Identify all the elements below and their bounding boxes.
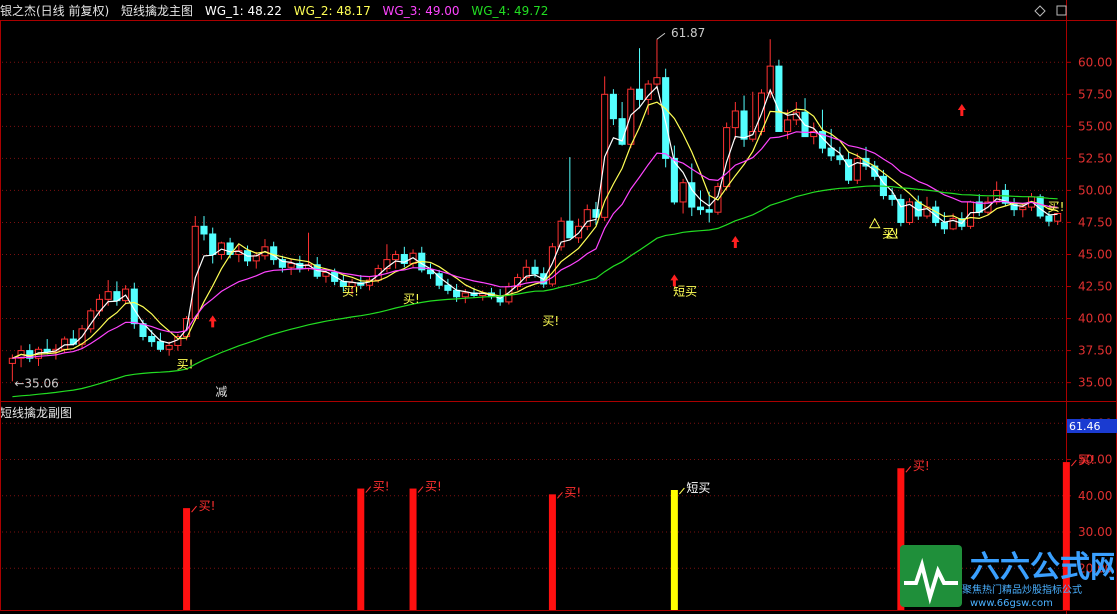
candle-body (61, 338, 69, 350)
candle-body (775, 65, 783, 132)
main-tick-label: 52.50 (1078, 151, 1112, 165)
signal-pointer (1070, 459, 1077, 467)
signal-bar-label: 买! (1078, 453, 1095, 467)
chart-canvas[interactable]: 35.00 37.50 40.00 42.50 45.00 47.50 50.00 52.50… (0, 0, 1117, 614)
bottom-marker-label: 减 (215, 385, 227, 399)
signal-pointer (365, 486, 372, 493)
high-price-label: 61.87 (671, 26, 705, 40)
main-tick-label: 40.00 (1078, 312, 1112, 326)
candlestick-series (8, 39, 1062, 382)
main-tick-label: 42.50 (1078, 280, 1112, 294)
main-tick-label: 57.50 (1078, 87, 1112, 101)
candle-body (784, 119, 792, 132)
watermark-url: www.66gsw.com (970, 598, 1053, 609)
low-price-label: ←35.06 (14, 376, 58, 390)
candle-body (1045, 215, 1053, 222)
candle-body (609, 93, 617, 120)
buy-signal-label: 短买 (673, 284, 697, 298)
main-tick-label: 50.00 (1078, 183, 1112, 197)
up-arrow-icon (731, 235, 740, 248)
wg3-line (12, 131, 1058, 359)
up-arrow-icon (208, 315, 217, 328)
candle-body (287, 262, 295, 268)
main-tick-label: 37.50 (1078, 344, 1112, 358)
signal-pointer (905, 465, 912, 473)
candle-body (461, 292, 469, 298)
main-tick-label: 47.50 (1078, 215, 1112, 229)
signal-pointer (191, 505, 197, 513)
watermark-logo-icon: 六六公式网 聚焦热门精品炒股指标公式 www.66gsw.com (900, 545, 1117, 609)
triangle-marker-icon (868, 217, 881, 229)
buy-signal-label: 买! (542, 314, 559, 328)
candle-body (104, 291, 112, 300)
candle-body (156, 341, 164, 350)
buy-signal-label: 买! (1048, 200, 1065, 214)
signal-bar (357, 488, 365, 610)
candle-body (679, 182, 687, 203)
signal-bar (670, 490, 678, 610)
candle-body (531, 266, 539, 275)
candle-body (705, 209, 713, 213)
buy-signal-label: 买! (342, 284, 359, 298)
up-arrow-icon (957, 103, 966, 116)
buy-signal-label: 买! (882, 227, 899, 241)
signal-bar (183, 508, 191, 610)
buy-signal-label: 买! (403, 292, 420, 306)
main-tick-label: 60.00 (1078, 55, 1112, 69)
candle-body (940, 221, 948, 230)
candle-body (731, 110, 739, 129)
candle-body (453, 289, 461, 298)
candle-body (1019, 206, 1027, 211)
chart-frame (0, 0, 1117, 614)
candle-body (200, 225, 208, 235)
candle-body (635, 88, 644, 100)
candle-body (696, 206, 705, 211)
sub-tick-label: 40.00 (1078, 489, 1112, 503)
wg2-line (12, 101, 1058, 359)
high-pointer (656, 32, 666, 40)
candle-body (209, 233, 217, 255)
candle-body (853, 157, 861, 181)
maximize-icon (1056, 5, 1067, 16)
signal-pointer (417, 486, 424, 493)
candle-body (966, 201, 975, 227)
candle-body (270, 246, 278, 261)
candle-body (644, 83, 652, 100)
main-tick-label: 55.00 (1078, 119, 1112, 133)
watermark-brand: 六六公式网 (970, 550, 1114, 585)
main-y-axis: 35.00 37.50 40.00 42.50 45.00 47.50 50.00 52.50… (1066, 55, 1112, 390)
candle-body (392, 253, 400, 261)
buy-signal-label: 买! (177, 357, 194, 371)
diamond-icon (1034, 5, 1046, 17)
sub-tick-label: 30.00 (1078, 525, 1112, 539)
signal-bar (548, 494, 556, 610)
candle-body (165, 344, 173, 350)
candle-body (148, 335, 156, 343)
candle-body (740, 110, 748, 140)
signal-bar-label: 买! (373, 480, 390, 494)
signal-bar-label: 买! (425, 480, 442, 494)
signal-bar-label: 买! (913, 459, 930, 473)
main-tick-label: 45.00 (1078, 247, 1112, 261)
watermark-badge: 六六公式网 聚焦热门精品炒股指标公式 www.66gsw.com (900, 543, 1117, 609)
candle-body (827, 147, 835, 157)
stock-chart-window: 银之杰(日线 前复权) 短线擒龙主图 WG_1: 48.22 WG_2: 48.… (0, 0, 1117, 614)
main-tick-label: 35.00 (1078, 376, 1112, 390)
signal-bar (409, 488, 417, 610)
signal-bar-label: 买! (564, 485, 581, 499)
candle-body (662, 77, 670, 159)
candle-body (575, 225, 583, 239)
candle-body (566, 220, 574, 239)
candle-body (374, 268, 382, 281)
signal-pointer (678, 487, 685, 495)
candle-body (8, 357, 16, 364)
candle-body (932, 206, 940, 223)
candle-body (653, 77, 661, 85)
watermark-slogan: 聚焦热门精品炒股指标公式 (962, 583, 1082, 596)
signal-bar-label: 短买 (686, 481, 710, 495)
sub-top-value: 61.46 (1069, 420, 1101, 433)
signal-bar-label: 买! (199, 499, 216, 513)
